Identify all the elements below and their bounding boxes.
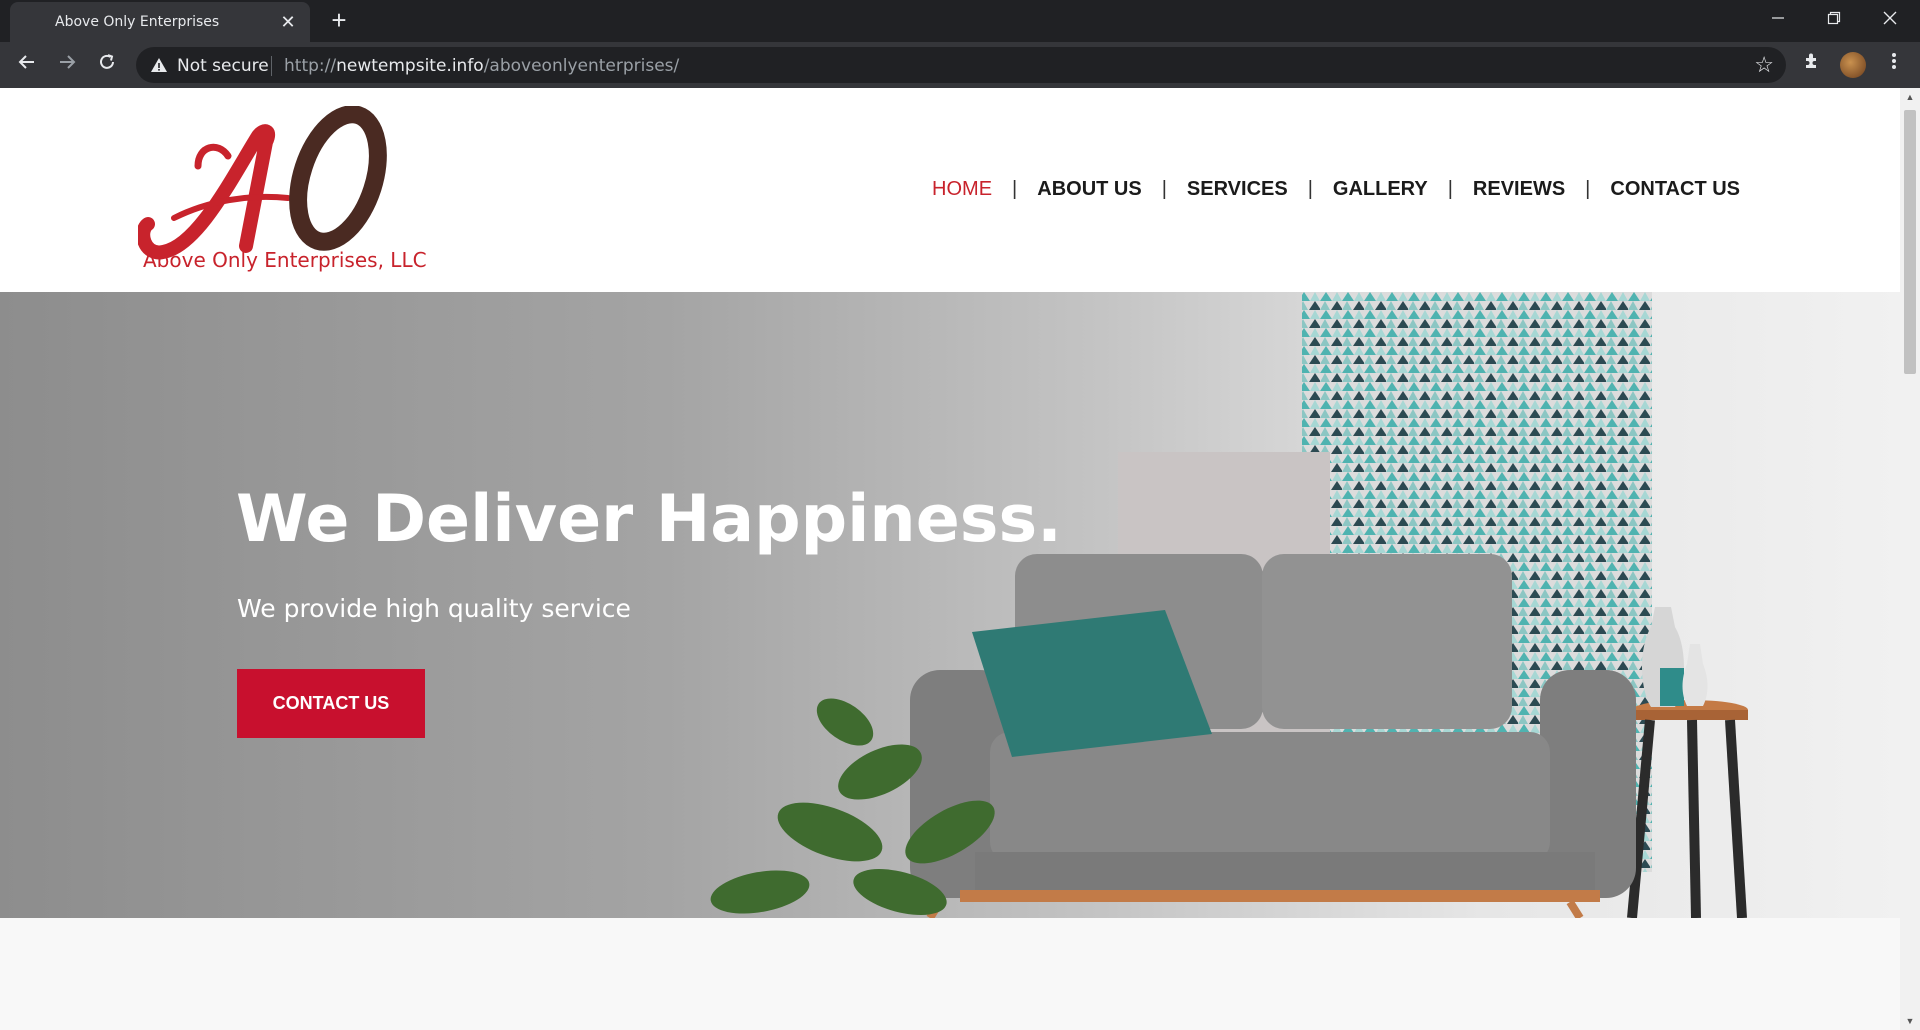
url-host: newtempsite.info [336,56,484,76]
avatar[interactable] [1840,52,1866,78]
reload-icon[interactable] [92,50,122,80]
hero-title: We Deliver Happiness. [236,482,1062,557]
forward-icon[interactable] [52,50,82,80]
nav-reviews[interactable]: REVIEWS [1473,178,1565,201]
site-header: Above Only Enterprises, LLC HOME | ABOUT… [0,88,1900,292]
scroll-up-icon[interactable]: ▲ [1905,92,1915,102]
close-window-icon[interactable] [1862,0,1918,40]
back-icon[interactable] [12,50,42,80]
close-tab-icon[interactable]: ✕ [278,12,298,32]
page-scrollbar[interactable]: ▲ ▼ [1900,88,1920,1030]
omnibox-divider [271,56,272,76]
nav-home[interactable]: HOME [932,178,992,201]
star-icon[interactable]: ☆ [1754,52,1774,78]
hero-banner: We Deliver Happiness. We provide high qu… [0,292,1900,918]
extensions-icon[interactable] [1796,49,1828,81]
hero-contact-button[interactable]: CONTACT US [237,669,425,738]
address-bar[interactable]: Not secure http://newtempsite.info/above… [136,47,1786,83]
nav-services[interactable]: SERVICES [1187,178,1288,201]
browser-tab[interactable]: Above Only Enterprises ✕ [10,2,310,42]
nav-separator: | [1161,178,1167,200]
web-page: Above Only Enterprises, LLC HOME | ABOUT… [0,88,1900,1030]
browser-titlebar: Above Only Enterprises ✕ + [0,0,1920,42]
url-text[interactable]: http://newtempsite.info/aboveonlyenterpr… [284,56,679,76]
nav-separator: | [1447,178,1453,200]
tab-title: Above Only Enterprises [55,14,220,30]
nav-separator: | [1307,178,1313,200]
browser-toolbar: Not secure http://newtempsite.info/above… [0,42,1920,88]
main-nav: HOME | ABOUT US | SERVICES | GALLERY | R… [932,178,1740,201]
restore-icon[interactable] [1806,0,1862,40]
nav-contact-us[interactable]: CONTACT US [1610,178,1740,201]
menu-icon[interactable] [1878,49,1910,81]
scroll-thumb[interactable] [1904,110,1916,374]
url-scheme: http:// [284,56,337,76]
scroll-down-icon[interactable]: ▼ [1905,1016,1915,1026]
logo-text: Above Only Enterprises, LLC [143,248,427,272]
url-path: /aboveonlyenterprises/ [483,56,680,76]
content-section [0,918,1900,1030]
hero-subtitle: We provide high quality service [237,594,631,623]
security-label[interactable]: Not secure [177,56,269,76]
new-tab-button[interactable]: + [325,6,353,34]
warning-icon[interactable] [150,56,168,74]
nav-gallery[interactable]: GALLERY [1333,178,1428,201]
minimize-icon[interactable] [1750,0,1806,40]
nav-about-us[interactable]: ABOUT US [1037,178,1141,201]
nav-separator: | [1585,178,1591,200]
nav-separator: | [1012,178,1018,200]
